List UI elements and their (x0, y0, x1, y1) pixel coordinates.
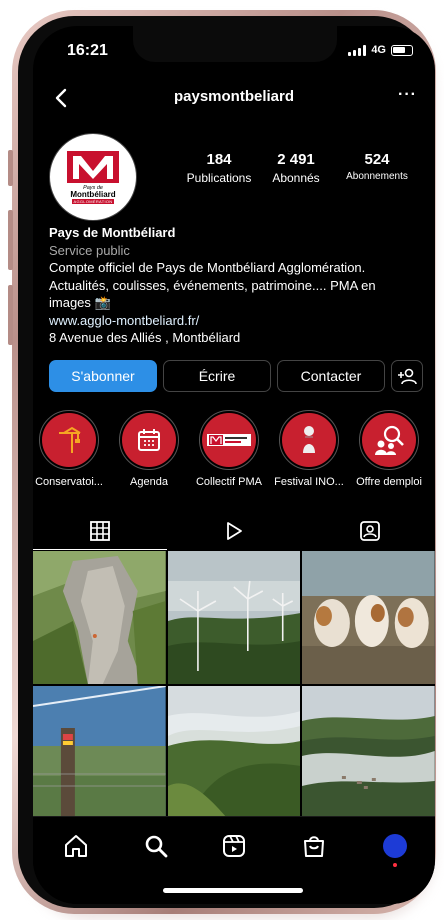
highlight-ring (119, 410, 179, 470)
highlight-cover (202, 413, 256, 467)
highlight-item[interactable]: Agenda (109, 410, 189, 488)
highlight-cover (122, 413, 176, 467)
highlight-label: Agenda (130, 476, 168, 488)
highlight-label: Conservatoi... (35, 476, 103, 488)
home-icon[interactable] (63, 833, 89, 859)
stat-followers[interactable]: 2 491 Abonnés (263, 151, 329, 185)
signal-icon (348, 44, 367, 56)
grid-icon[interactable] (88, 519, 112, 543)
add-person-icon (398, 368, 417, 385)
post-thumbnail[interactable] (33, 551, 166, 684)
highlight-label: Festival INO... (274, 476, 344, 488)
search-icon[interactable] (143, 833, 169, 859)
calendar-icon (138, 429, 160, 451)
highlight-ring (199, 410, 259, 470)
profile-category: Service public (49, 242, 130, 258)
profile-avatar[interactable]: Pays de Montbéliard AGGLOMÉRATION (49, 133, 137, 221)
post-image-wind-turbines (167, 551, 301, 684)
home-indicator[interactable] (163, 888, 303, 893)
highlight-item[interactable]: Collectif PMA (189, 410, 269, 488)
post-image-fence-post (33, 686, 166, 819)
subscribe-button[interactable]: S'abonner (49, 360, 157, 392)
highlight-cover (282, 413, 336, 467)
posts-grid (33, 551, 435, 819)
network-label: 4G (371, 44, 386, 56)
tagged-icon[interactable] (358, 519, 382, 543)
website-link[interactable]: www.agglo-montbeliard.fr/ (49, 312, 429, 330)
more-options-icon[interactable]: ··· (398, 86, 417, 104)
status-time: 16:21 (67, 42, 108, 59)
logo-text-line2: Montbéliard (70, 189, 116, 199)
post-thumbnail[interactable] (167, 686, 301, 819)
post-thumbnail[interactable] (302, 551, 435, 684)
post-thumbnail[interactable] (167, 551, 301, 684)
volume-up-button (8, 210, 13, 270)
highlight-cover (362, 413, 416, 467)
message-button[interactable]: Écrire (163, 360, 271, 392)
post-thumbnail[interactable] (33, 686, 166, 819)
stat-followers-label: Abonnés (272, 171, 320, 185)
highlight-item[interactable]: Offre demploi (349, 410, 429, 488)
highlight-ring (39, 410, 99, 470)
instagram-profile-screen: 16:21 4G paysmontbeliard ··· Pays de Mon… (33, 26, 435, 904)
contact-button[interactable]: Contacter (277, 360, 385, 392)
post-image-climber (33, 551, 166, 684)
stat-posts-label: Publications (186, 171, 252, 185)
stat-following-value: 524 (364, 151, 390, 168)
stat-posts[interactable]: 184 Publications (181, 151, 257, 185)
status-indicators: 4G (348, 44, 413, 56)
stat-following[interactable]: 524 Abonnements (335, 151, 419, 182)
notch (133, 26, 337, 62)
stat-posts-value: 184 (206, 151, 232, 168)
highlight-label: Collectif PMA (195, 476, 263, 488)
profile-actions: S'abonner Écrire Contacter (49, 360, 423, 392)
post-image-foggy-village (302, 686, 435, 819)
figure-icon (303, 426, 315, 453)
shop-icon[interactable] (301, 833, 327, 859)
profile-address[interactable]: 8 Avenue des Alliés , Montbéliard (49, 329, 429, 347)
stat-following-label: Abonnements (346, 171, 408, 182)
bio-line-1: Compte officiel de Pays de Montbéliard A… (49, 260, 366, 275)
notification-dot (393, 863, 397, 867)
add-user-button[interactable] (391, 360, 423, 392)
post-thumbnail[interactable] (302, 686, 435, 819)
bio-line-3: images 📸 (49, 295, 111, 310)
profile-header: paysmontbeliard ··· (33, 78, 435, 118)
highlight-item[interactable]: Conservatoi... (33, 410, 109, 488)
profile-username: paysmontbeliard (173, 88, 295, 105)
post-image-cows (302, 551, 435, 684)
reels-icon[interactable] (222, 519, 246, 543)
volume-down-button (8, 285, 13, 345)
mute-switch (8, 150, 13, 186)
bio-line-2: Actualités, coulisses, événements, patri… (49, 277, 376, 293)
reels-icon[interactable] (221, 833, 247, 859)
profile-tabs (33, 511, 435, 551)
pma-logo-icon (207, 434, 251, 446)
profile-name: Pays de Montbéliard (49, 225, 176, 240)
highlight-cover (42, 413, 96, 467)
active-tab-indicator (33, 549, 167, 550)
profile-avatar-icon[interactable] (383, 834, 407, 858)
profile-bio: Pays de Montbéliard Service public Compt… (49, 224, 429, 347)
highlight-item[interactable]: Festival INO... (269, 410, 349, 488)
battery-icon (391, 44, 413, 56)
pma-logo-icon (67, 150, 119, 183)
highlight-label: Offre demploi (356, 476, 422, 488)
crane-icon (59, 426, 81, 453)
logo-text-line3: AGGLOMÉRATION (71, 198, 115, 204)
stat-followers-value: 2 491 (277, 151, 315, 168)
highlight-ring (359, 410, 419, 470)
story-highlights: Conservatoi... Agenda Collectif PMA Fest… (33, 410, 435, 498)
highlight-ring (279, 410, 339, 470)
people-search-icon (375, 425, 404, 455)
post-image-misty-forest (167, 686, 301, 819)
